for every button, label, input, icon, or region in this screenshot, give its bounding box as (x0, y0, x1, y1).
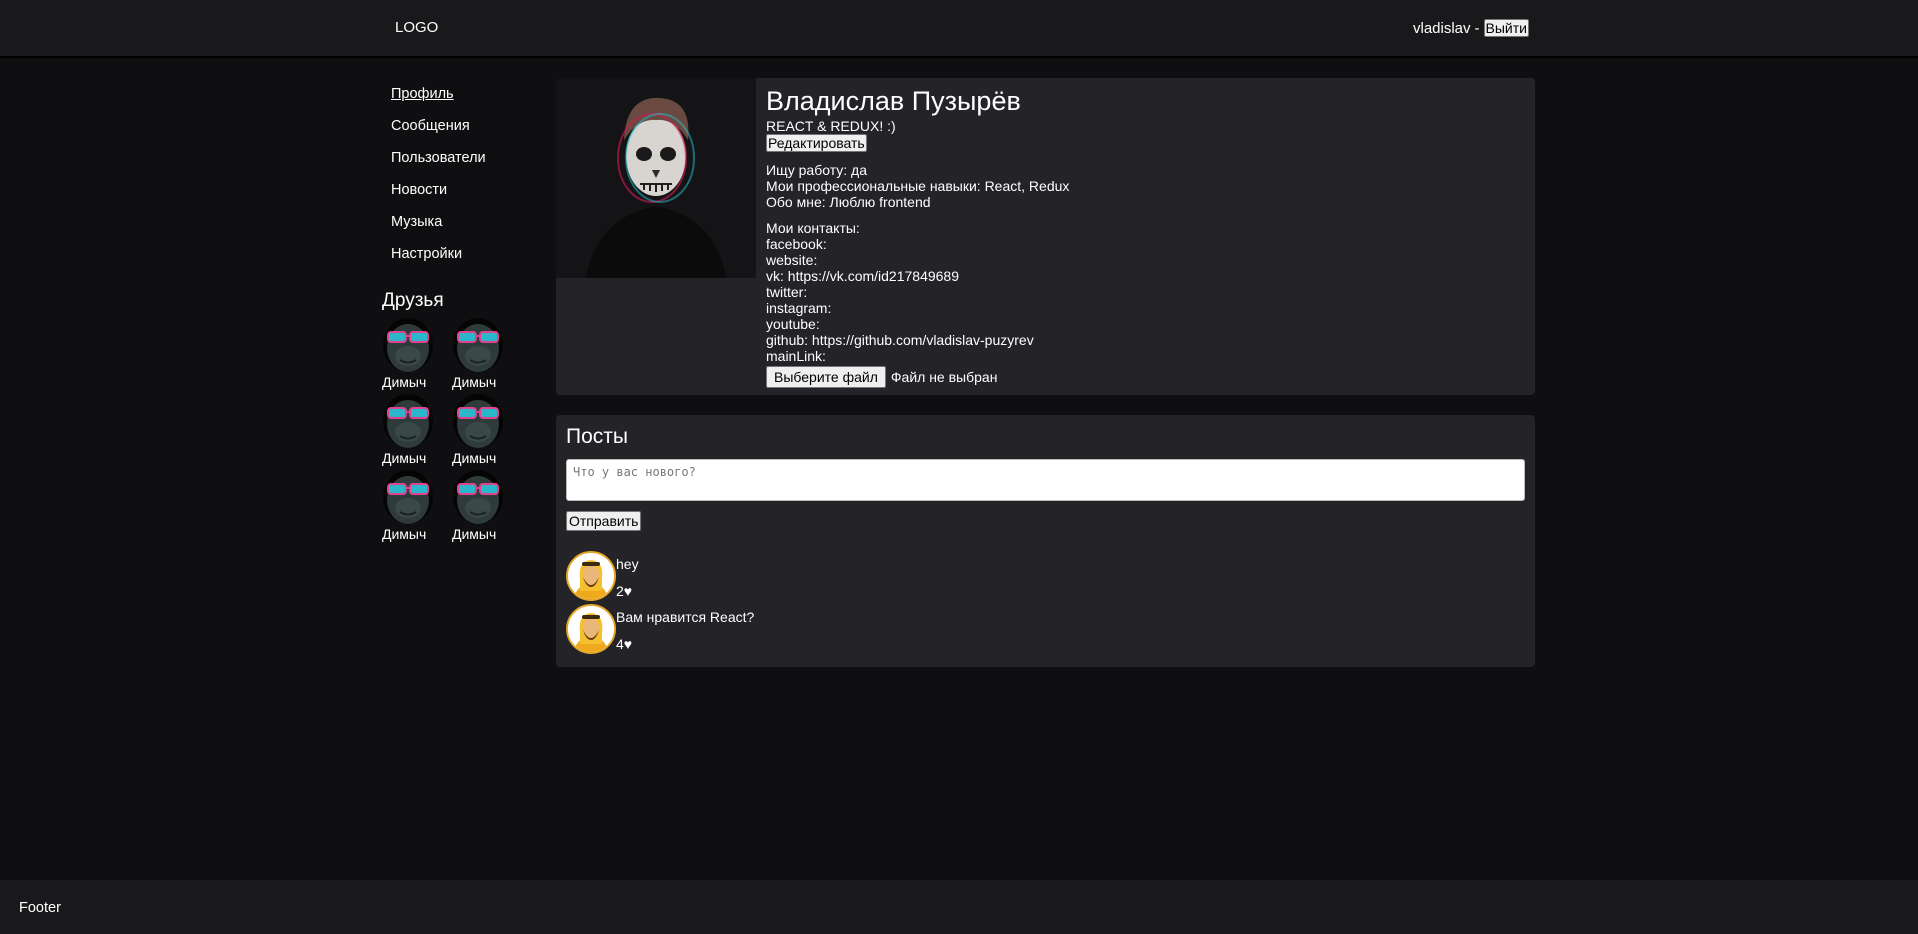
sidebar-nav: Профиль Сообщения Пользователи Новости М… (391, 86, 486, 278)
friend-avatar (383, 394, 433, 448)
footer-text: Footer (19, 900, 61, 916)
friend-avatar (453, 318, 503, 372)
auth-block: vladislav - Выйти (1413, 19, 1529, 37)
contact-youtube: youtube: (766, 316, 820, 332)
post-avatar (566, 551, 616, 601)
contacts-title: Мои контакты: (766, 220, 860, 236)
contact-github: github: https://github.com/vladislav-puz… (766, 332, 1034, 348)
contact-website: website: (766, 252, 818, 268)
post-text: hey (616, 556, 639, 572)
nav-item-settings[interactable]: Настройки (391, 246, 486, 278)
contact-vk: vk: https://vk.com/id217849689 (766, 268, 959, 284)
contact-mainlink: mainLink: (766, 348, 826, 364)
post-likes[interactable]: 4♥ (616, 636, 632, 652)
friend-avatar (383, 318, 433, 372)
profile-status[interactable]: REACT & REDUX! :) (766, 118, 1069, 134)
monkey-icon (457, 324, 499, 372)
footer: Footer (0, 880, 1918, 934)
friend-item[interactable]: Димыч (382, 470, 438, 542)
logout-button[interactable]: Выйти (1483, 19, 1529, 37)
friend-avatar (453, 394, 503, 448)
friends-title: Друзья (382, 290, 444, 311)
monkey-icon (457, 476, 499, 524)
friend-name: Димыч (382, 374, 427, 390)
send-post-button[interactable]: Отправить (566, 511, 642, 531)
professional-skills: Мои профессиональные навыки: React, Redu… (766, 178, 1070, 194)
user-avatar-icon (568, 553, 614, 599)
nav-item-music[interactable]: Музыка (391, 214, 486, 246)
profile-details: Ищу работу: да Мои профессиональные навы… (766, 162, 1069, 210)
about-me: Обо мне: Люблю frontend (766, 194, 931, 210)
auth-separator: - (1474, 20, 1480, 37)
monkey-icon (457, 400, 499, 448)
photo-upload: Выберите файл Файл не выбран (766, 366, 1069, 388)
contacts-block: Мои контакты: facebook: website: vk: htt… (766, 220, 1069, 364)
profile-card: Владислав Пузырёв REACT & REDUX! :) Реда… (556, 78, 1535, 395)
contact-facebook: facebook: (766, 236, 827, 252)
post-likes[interactable]: 2♥ (616, 583, 632, 599)
friend-item[interactable]: Димыч (452, 394, 508, 466)
monkey-icon (387, 324, 429, 372)
nav-item-messages[interactable]: Сообщения (391, 118, 486, 150)
profile-info: Владислав Пузырёв REACT & REDUX! :) Реда… (766, 86, 1069, 388)
posts-title: Посты (566, 425, 628, 448)
contact-instagram: instagram: (766, 300, 832, 316)
friend-name: Димыч (382, 526, 427, 542)
friend-avatar (453, 470, 503, 524)
nav-item-profile[interactable]: Профиль (391, 86, 486, 118)
new-post-input[interactable] (566, 459, 1525, 501)
choose-file-button[interactable]: Выберите файл (766, 366, 886, 388)
monkey-icon (387, 476, 429, 524)
file-status: Файл не выбран (890, 369, 998, 385)
post-text: Вам нравится React? (616, 609, 755, 625)
friend-item[interactable]: Димыч (382, 318, 438, 390)
looking-for-job: Ищу работу: да (766, 162, 868, 178)
header: LOGO vladislav - Выйти (0, 0, 1918, 58)
friend-name: Димыч (452, 450, 497, 466)
friend-item[interactable]: Димыч (452, 318, 508, 390)
friend-name: Димыч (382, 450, 427, 466)
profile-photo-image (556, 78, 756, 278)
username: vladislav (1413, 20, 1471, 37)
user-avatar-icon (568, 606, 614, 652)
profile-name: Владислав Пузырёв (766, 86, 1021, 116)
friend-item[interactable]: Димыч (382, 394, 438, 466)
edit-profile-button[interactable]: Редактировать (766, 134, 867, 152)
friend-avatar (383, 470, 433, 524)
friend-name: Димыч (452, 526, 497, 542)
logo[interactable]: LOGO (395, 19, 438, 36)
posts-card: Посты Отправить hey 2♥ (556, 415, 1535, 667)
friend-item[interactable]: Димыч (452, 470, 508, 542)
post-avatar (566, 604, 616, 654)
nav-item-news[interactable]: Новости (391, 182, 486, 214)
monkey-icon (387, 400, 429, 448)
nav-item-users[interactable]: Пользователи (391, 150, 486, 182)
contact-twitter: twitter: (766, 284, 808, 300)
profile-photo (556, 78, 756, 278)
friend-name: Димыч (452, 374, 497, 390)
